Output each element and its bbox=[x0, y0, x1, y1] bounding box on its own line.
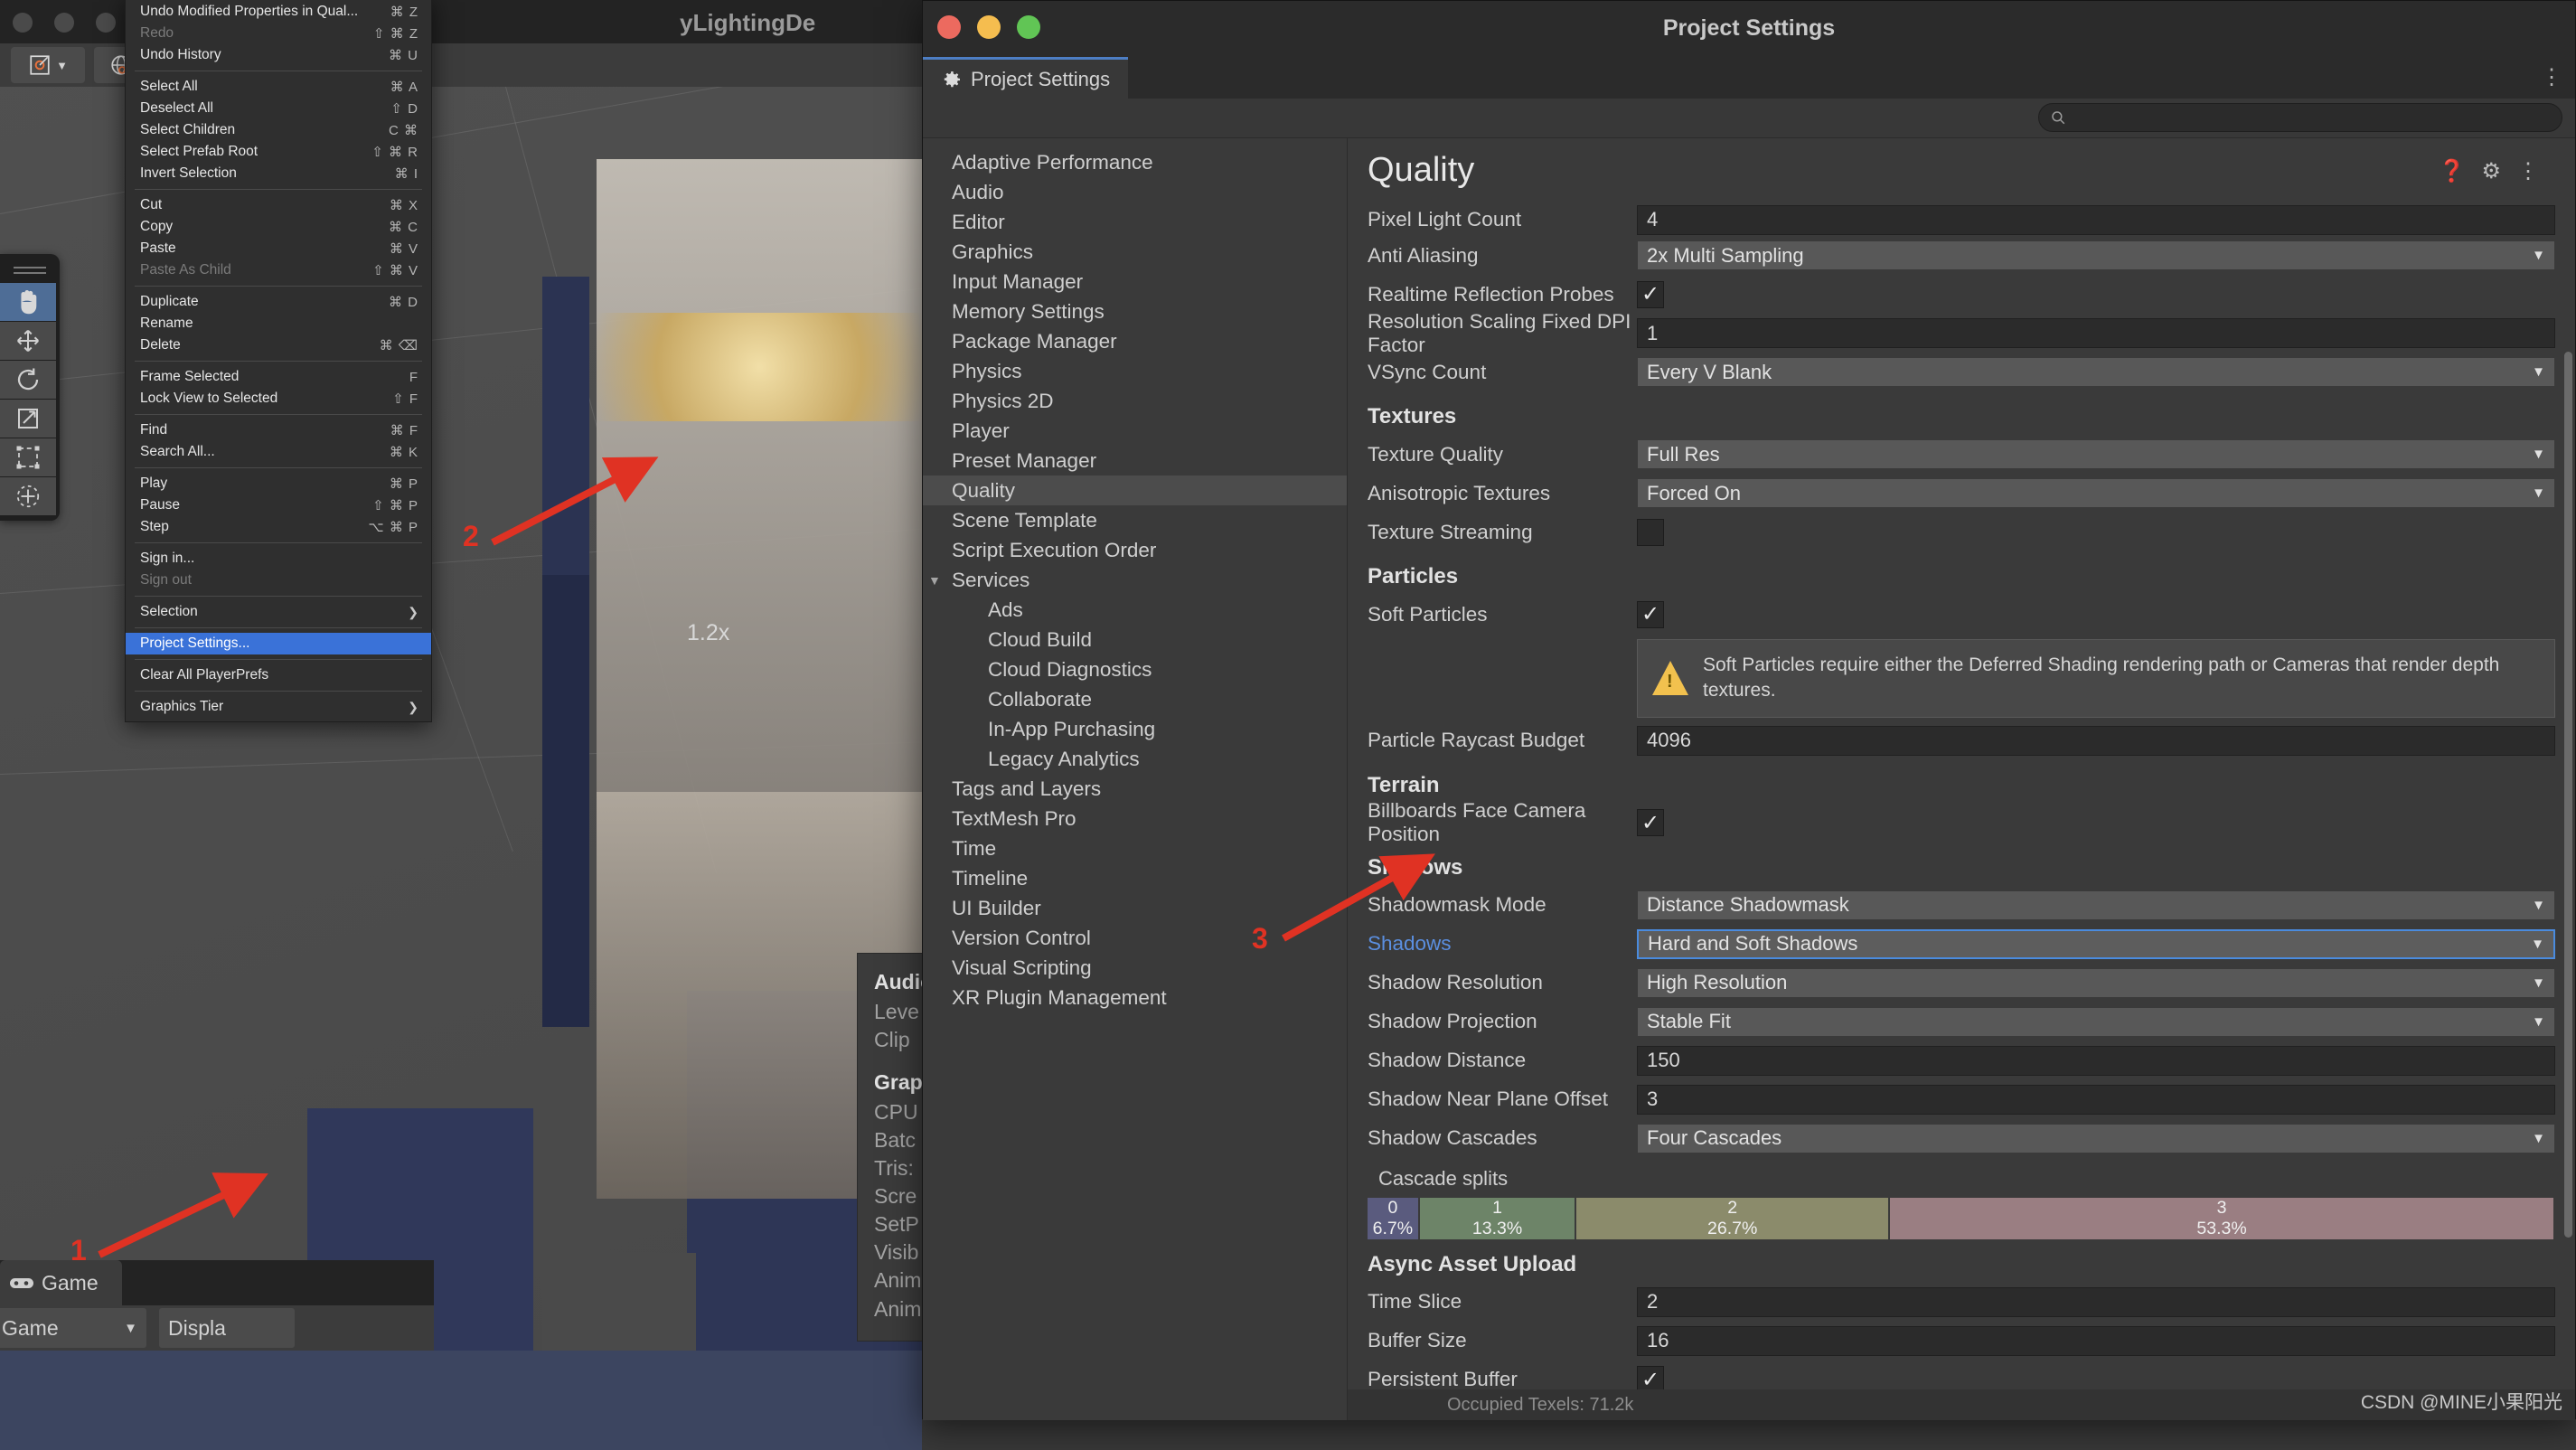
annotation-arrows bbox=[98, 457, 1435, 1258]
annotation-number-1: 1 bbox=[71, 1234, 87, 1266]
annotation-number-2: 2 bbox=[463, 520, 479, 552]
annotation-number-3: 3 bbox=[1252, 922, 1268, 955]
